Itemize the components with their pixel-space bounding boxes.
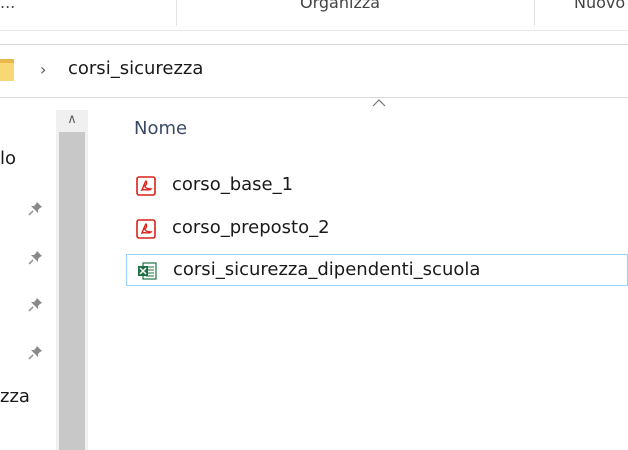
pdf-icon [136, 219, 156, 239]
pin-icon[interactable] [28, 200, 44, 216]
breadcrumb-chevron-icon[interactable]: › [40, 60, 46, 79]
folder-icon [0, 59, 14, 81]
scrollbar-thumb[interactable] [59, 132, 85, 450]
pin-icon[interactable] [28, 249, 44, 265]
ribbon-item-nuovo[interactable]: Nuovo [574, 0, 625, 12]
column-header-name[interactable]: Nome [134, 118, 187, 139]
address-bar[interactable]: › corsi_sicurezza [0, 44, 628, 98]
navigation-pane: lo zza ∧ [0, 110, 88, 450]
nav-scrollbar[interactable]: ∧ [56, 110, 88, 450]
nav-item[interactable]: lo [0, 148, 16, 169]
pdf-icon [136, 176, 156, 196]
ribbon-item[interactable]: ... [0, 0, 15, 12]
ribbon: ... Organizza Nuovo [0, 0, 628, 30]
ribbon-divider [0, 30, 628, 31]
scroll-up-icon[interactable]: ∧ [56, 112, 88, 132]
ribbon-separator [176, 0, 177, 26]
file-row[interactable]: corso_preposto_2 [126, 213, 628, 245]
nav-item[interactable]: zza [0, 386, 30, 407]
ribbon-separator [534, 0, 535, 26]
file-name: corso_preposto_2 [172, 217, 330, 238]
excel-icon [138, 262, 157, 280]
ribbon-item-organizza[interactable]: Organizza [300, 0, 380, 12]
sort-ascending-icon [372, 99, 386, 107]
file-name: corsi_sicurezza_dipendenti_scuola [173, 259, 481, 280]
pin-icon[interactable] [28, 344, 44, 360]
file-row[interactable]: corso_base_1 [126, 170, 628, 202]
breadcrumb-item[interactable]: corsi_sicurezza [68, 58, 203, 79]
pin-icon[interactable] [28, 296, 44, 312]
file-name: corso_base_1 [172, 174, 294, 195]
file-row-selected[interactable]: corsi_sicurezza_dipendenti_scuola [126, 254, 628, 286]
